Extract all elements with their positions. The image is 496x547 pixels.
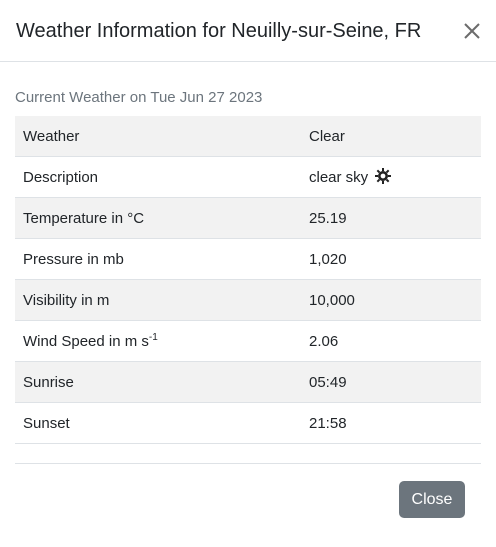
modal-header: Weather Information for Neuilly-sur-Sein… [0,0,496,62]
row-value: 05:49 [301,361,481,403]
modal-title: Weather Information for Neuilly-sur-Sein… [16,20,422,42]
row-label: Sunset [15,402,301,444]
row-label: Visibility in m [15,279,301,321]
table-row: Sunset 21:58 [15,402,481,444]
weather-modal: Weather Information for Neuilly-sur-Sein… [0,0,496,547]
modal-footer: Close [15,463,481,547]
row-label: Pressure in mb [15,238,301,280]
table-row: Wind Speed in m s-1 2.06 [15,320,481,362]
row-label: Weather [15,116,301,157]
modal-body: Current Weather on Tue Jun 27 2023 Weath… [15,62,481,444]
row-value: 25.19 [301,197,481,239]
row-label: Wind Speed in m s-1 [15,320,301,362]
row-value: 2.06 [301,320,481,362]
row-value: Clear [301,116,481,157]
table-row: Description clear sky [15,156,481,198]
table-row: Weather Clear [15,116,481,157]
sun-icon [375,168,392,184]
weather-table: Weather Clear Description clear sky Temp… [15,116,481,444]
table-row: Temperature in °C 25.19 [15,197,481,239]
table-caption: Current Weather on Tue Jun 27 2023 [15,89,263,106]
wind-unit-superscript: -1 [148,332,158,343]
row-label: Temperature in °C [15,197,301,239]
close-button[interactable]: Close [399,481,465,518]
close-icon[interactable] [460,19,484,43]
row-value: 1,020 [301,238,481,280]
row-value: clear sky [301,156,481,198]
row-value: 21:58 [301,402,481,444]
row-value: 10,000 [301,279,481,321]
description-text: clear sky [309,169,369,186]
row-label: Description [15,156,301,198]
table-row: Pressure in mb 1,020 [15,238,481,280]
table-row: Visibility in m 10,000 [15,279,481,321]
table-row: Sunrise 05:49 [15,361,481,403]
wind-label-text: Wind Speed in m s [23,333,149,350]
row-label: Sunrise [15,361,301,403]
